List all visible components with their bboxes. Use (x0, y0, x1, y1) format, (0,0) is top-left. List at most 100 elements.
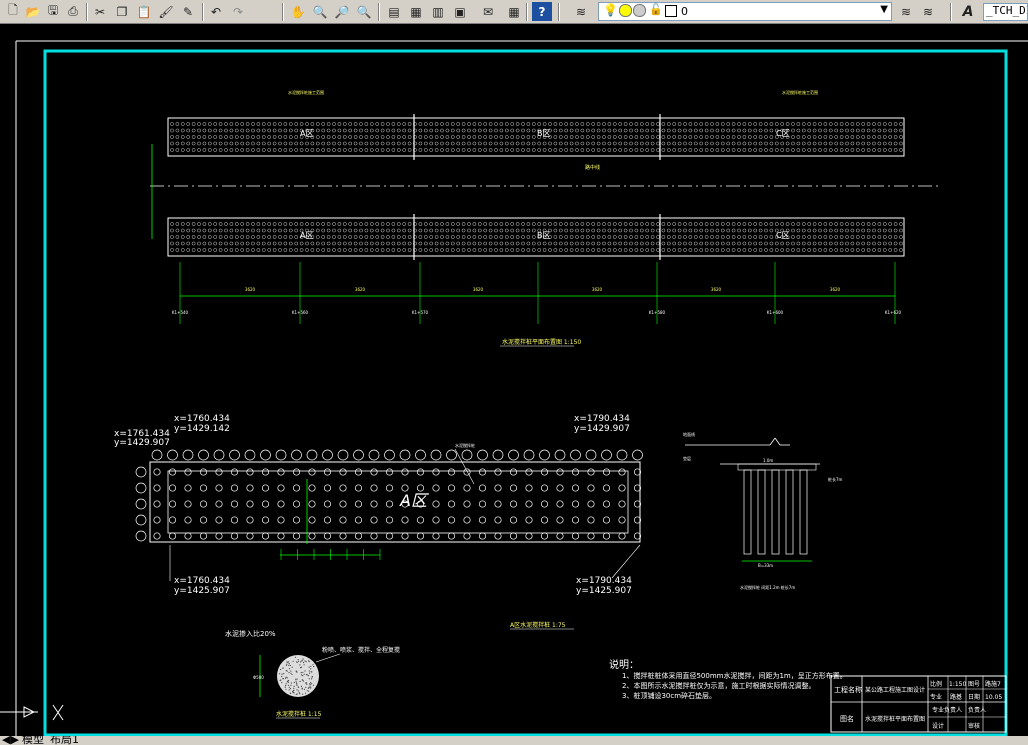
tool-palettes-icon[interactable]: ▥ (428, 2, 448, 21)
pile-dot (262, 501, 268, 507)
pile-dot (338, 148, 341, 151)
layer-dropdown[interactable]: 💡 🔓 0 ▼ (598, 2, 892, 21)
pile-dot (862, 122, 865, 125)
pile-dot (505, 229, 508, 232)
pan-icon[interactable]: ✋ (288, 2, 308, 21)
pile-dot (354, 229, 357, 232)
axis-bubble (245, 450, 255, 460)
pile-dot (511, 148, 514, 151)
pile-dot (176, 242, 179, 245)
cut-icon[interactable]: ✂ (90, 2, 110, 21)
pile-dot (813, 222, 816, 225)
text-style-field[interactable]: _TCH_DI (983, 3, 1028, 21)
pile-dot (203, 148, 206, 151)
new-file-icon[interactable]: 🗋 (3, 2, 23, 21)
paste-icon[interactable]: 📋 (134, 2, 154, 21)
pile-dot (818, 222, 821, 225)
pile-dot (818, 142, 821, 145)
pile-dot (338, 129, 341, 132)
pile-dot (586, 235, 589, 238)
markup-icon[interactable]: ✉ (478, 2, 498, 21)
pile-dot (797, 129, 800, 132)
plot-icon[interactable]: ⎙ (63, 2, 83, 21)
sun-icon (619, 4, 632, 17)
pile-dot (700, 135, 703, 138)
pile-dot (797, 148, 800, 151)
pile-dot (430, 235, 433, 238)
redo-icon[interactable]: ↷ (228, 2, 248, 21)
text-style-icon[interactable]: A (958, 2, 978, 21)
pile-dot (241, 242, 244, 245)
pile-dot (575, 242, 578, 245)
title-block: 工程名称 某公路工程施工图设计 图名 水泥搅拌桩平面布置图 比例 1:150 图… (831, 676, 1006, 732)
pile-dot (572, 485, 578, 491)
axis-bubble (152, 450, 162, 460)
design-center-icon[interactable]: ▦ (406, 2, 426, 21)
pile-dot (386, 485, 392, 491)
zoom-realtime-icon[interactable]: 🔍 (310, 2, 330, 21)
pile-dot (619, 517, 625, 523)
tab-nav-arrows[interactable]: ◀▶ (2, 736, 19, 745)
pile-dot (678, 242, 681, 245)
properties-icon[interactable]: ▤ (384, 2, 404, 21)
pile-dot (505, 248, 508, 251)
pile-dot (521, 242, 524, 245)
plan-station: K1+600 (767, 310, 784, 315)
pile-dot (570, 122, 573, 125)
pile-dot (397, 135, 400, 138)
pile-dot (371, 501, 377, 507)
pile-dot (241, 129, 244, 132)
layer-state-icon[interactable]: ≋ (918, 2, 938, 21)
section-dim-label: 1.0m (763, 458, 773, 463)
pile-dot (176, 229, 179, 232)
pile-dot (818, 248, 821, 251)
pile-dot (505, 122, 508, 125)
pile-dot (727, 222, 730, 225)
open-icon[interactable]: 📂 (23, 2, 43, 21)
pile-dot (532, 148, 535, 151)
pile-dot (408, 129, 411, 132)
pile-dot (883, 135, 886, 138)
tab-model[interactable]: 模型 (22, 736, 44, 745)
pile-dot (376, 148, 379, 151)
pile-dot (187, 122, 190, 125)
note-line: 2、本图所示水泥搅拌桩仅为示意，施工时根据实际情况调整。 (622, 681, 815, 690)
pile-dot (451, 142, 454, 145)
brush-icon[interactable]: ✎ (178, 2, 198, 21)
pile-dot (716, 248, 719, 251)
save-icon[interactable]: 🖫 (43, 2, 63, 21)
copy-icon[interactable]: ❐ (112, 2, 132, 21)
tab-layout1[interactable]: 布局1 (50, 736, 79, 745)
pile-dot (479, 533, 485, 539)
layer-previous-icon[interactable]: ≋ (896, 2, 916, 21)
pile-dot (541, 517, 547, 523)
zoom-previous-icon[interactable]: 🔍 (354, 2, 374, 21)
pile-dot (451, 235, 454, 238)
layer-manager-icon[interactable]: ≋ (571, 2, 591, 21)
pile-dot (797, 248, 800, 251)
pile-dot (845, 122, 848, 125)
pile-dot (602, 235, 605, 238)
tb-drawing-label: 图名 (840, 714, 854, 723)
help-icon[interactable]: ? (532, 2, 552, 21)
freeze-viewport-icon (633, 4, 646, 17)
zoom-window-icon[interactable]: 🔎 (332, 2, 352, 21)
pile-dot (678, 248, 681, 251)
pile-dot (813, 248, 816, 251)
sheet-set-icon[interactable]: ▣ (450, 2, 470, 21)
pile-dot (462, 129, 465, 132)
undo-icon[interactable]: ↶ (206, 2, 226, 21)
drawing-canvas[interactable]: 路中线 3620 3620 3620 3620 3620 3620 K1+540… (0, 24, 1028, 736)
match-properties-icon[interactable]: 🖌 (156, 2, 176, 21)
pile-dot (878, 222, 881, 225)
pile-dot (565, 129, 568, 132)
pile-dot (224, 129, 227, 132)
pile-dot (464, 501, 470, 507)
pile-dot (700, 129, 703, 132)
pile-dot (581, 129, 584, 132)
calculator-icon[interactable]: ▦ (504, 2, 524, 21)
pile-dot (872, 229, 875, 232)
pile-dot (392, 148, 395, 151)
pile-dot (716, 222, 719, 225)
pile-dot (170, 129, 173, 132)
